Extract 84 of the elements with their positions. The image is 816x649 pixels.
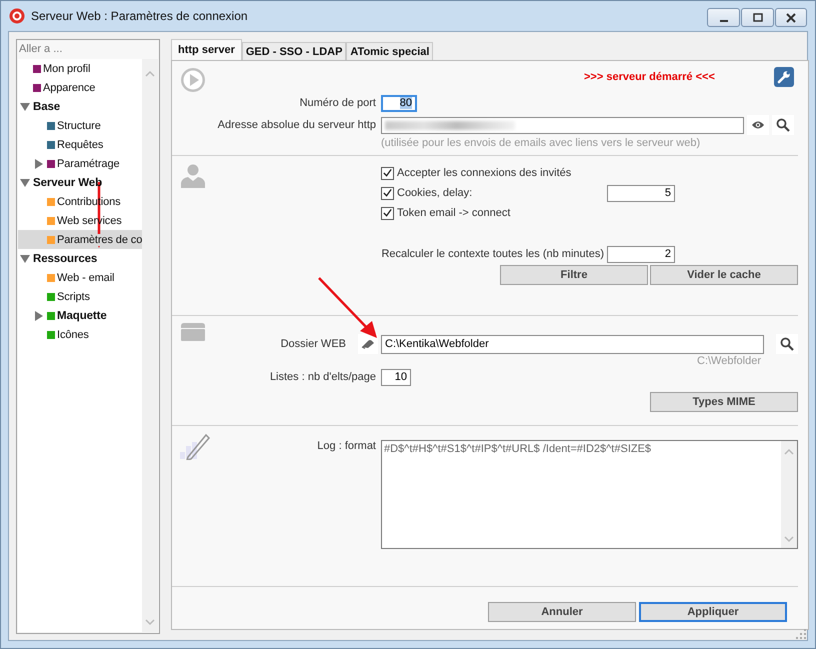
app-logo-icon — [9, 8, 25, 24]
check-icon — [382, 187, 393, 199]
tree-item-label: Maquette — [57, 310, 107, 322]
tree-item[interactable]: Maquette — [18, 306, 142, 325]
tree-item-label: Apparence — [43, 82, 96, 94]
tree-item[interactable]: Serveur Web — [18, 173, 142, 192]
minimize-button[interactable] — [707, 8, 740, 27]
expanded-triangle-icon[interactable] — [20, 254, 30, 264]
tree-item-label: Mon profil — [43, 62, 90, 74]
address-hint: (utilisée pour les envois de emails avec liens vers le serveur web) — [381, 136, 702, 151]
chart-pencil-icon — [180, 432, 212, 460]
action-button[interactable]: Filtre — [500, 265, 648, 285]
dialog-button[interactable]: Annuler — [488, 602, 636, 622]
close-icon — [786, 12, 796, 22]
minimize-icon — [720, 20, 728, 22]
tree-item-label: Paramètres de co — [57, 234, 142, 246]
tree-item-label: Icônes — [57, 328, 89, 340]
check-icon — [382, 207, 393, 219]
web-folder-field[interactable]: C:\Kentika\Webfolder — [381, 334, 764, 354]
eraser-button[interactable] — [358, 334, 378, 354]
window-title: Serveur Web : Paramètres de connexion — [31, 9, 248, 23]
tree-item[interactable]: Ressources — [18, 249, 142, 268]
recalc-label: Recalculer le contexte toutes les (nb minutes) — [381, 248, 605, 260]
maximize-button[interactable] — [741, 8, 774, 27]
collapsed-triangle-icon[interactable] — [34, 158, 44, 168]
tree-item[interactable]: Apparence — [18, 78, 142, 97]
web-folder-label: Dossier WEB — [280, 338, 346, 350]
log-format-field[interactable]: #D$^t#H$^t#S1$^t#IP$^t#URL$ /Ident=#ID2$^t#SIZE$ — [381, 440, 798, 549]
tree-item-label: Paramétrage — [57, 158, 120, 170]
server-status: >>> serveur démarré <<< — [584, 70, 716, 82]
page-size-field[interactable]: 10 — [381, 368, 411, 386]
search-button[interactable] — [776, 334, 798, 354]
tree-item[interactable]: Mon profil — [18, 59, 142, 78]
tree-item-label: Web - email — [57, 272, 114, 284]
port-label: Numéro de port — [298, 97, 377, 109]
tree-item-label: Ressources — [33, 252, 98, 264]
tree-item[interactable]: Structure — [18, 116, 142, 135]
tree-item-label: Scripts — [57, 290, 90, 302]
delay-field[interactable]: 5 — [607, 184, 675, 202]
dialog-button[interactable]: Appliquer — [639, 602, 787, 622]
goto-label: Aller a ... — [18, 42, 64, 57]
folder-icon — [180, 322, 206, 342]
eye-button[interactable] — [747, 115, 769, 135]
tree-item[interactable]: Icônes — [18, 325, 142, 344]
tab[interactable]: http server — [171, 39, 242, 60]
tree-item[interactable]: Scripts — [18, 287, 142, 306]
settings-button[interactable] — [774, 66, 794, 86]
default-folder-hint: C:\Webfolder — [697, 355, 761, 367]
person-icon — [180, 162, 206, 188]
action-button[interactable]: Vider le cache — [650, 265, 798, 285]
tree-item-label: Serveur Web — [33, 176, 102, 188]
port-field[interactable]: 80 — [381, 94, 417, 112]
resize-grip-icon[interactable] — [796, 629, 806, 639]
address-label: Adresse absolue du serveur http — [216, 119, 377, 131]
tree-item[interactable]: Web - email — [18, 268, 142, 287]
collapsed-triangle-icon[interactable] — [34, 310, 44, 320]
tree-item-label: Base — [33, 100, 60, 112]
search-button[interactable] — [772, 115, 794, 135]
tab[interactable]: GED - SSO - LDAP — [242, 42, 346, 60]
eye-icon — [751, 120, 765, 130]
search-icon — [780, 337, 794, 351]
mime-types-button[interactable]: Types MIME — [650, 392, 798, 412]
page-size-label: Listes : nb d'elts/page — [268, 371, 377, 383]
annotation-arrow — [318, 277, 378, 339]
checkbox[interactable]: Cookies, delay: — [381, 186, 607, 200]
expanded-triangle-icon[interactable] — [20, 178, 30, 188]
tree-item-label: Requêtes — [57, 138, 104, 150]
checkbox[interactable]: Accepter les connexions des invités — [381, 166, 572, 180]
tree-item[interactable]: Requêtes — [18, 135, 142, 154]
log-format-label: Log : format — [316, 440, 377, 452]
search-icon — [776, 118, 790, 132]
tree-item-label: Structure — [57, 120, 101, 132]
tree-item[interactable]: Paramétrage — [18, 154, 142, 173]
expanded-triangle-icon[interactable] — [20, 102, 30, 112]
tree-item[interactable]: Paramètres de co — [18, 230, 142, 249]
maximize-icon — [752, 12, 762, 22]
close-button[interactable] — [775, 8, 807, 27]
minutes-field[interactable]: 2 — [607, 246, 675, 262]
eraser-icon — [361, 339, 375, 349]
address-field[interactable] — [381, 116, 744, 134]
tree-item[interactable]: Base — [18, 97, 142, 116]
checkbox[interactable]: Token email -> connect — [381, 206, 510, 220]
tab[interactable]: ATomic special — [346, 42, 434, 60]
check-icon — [382, 167, 393, 179]
